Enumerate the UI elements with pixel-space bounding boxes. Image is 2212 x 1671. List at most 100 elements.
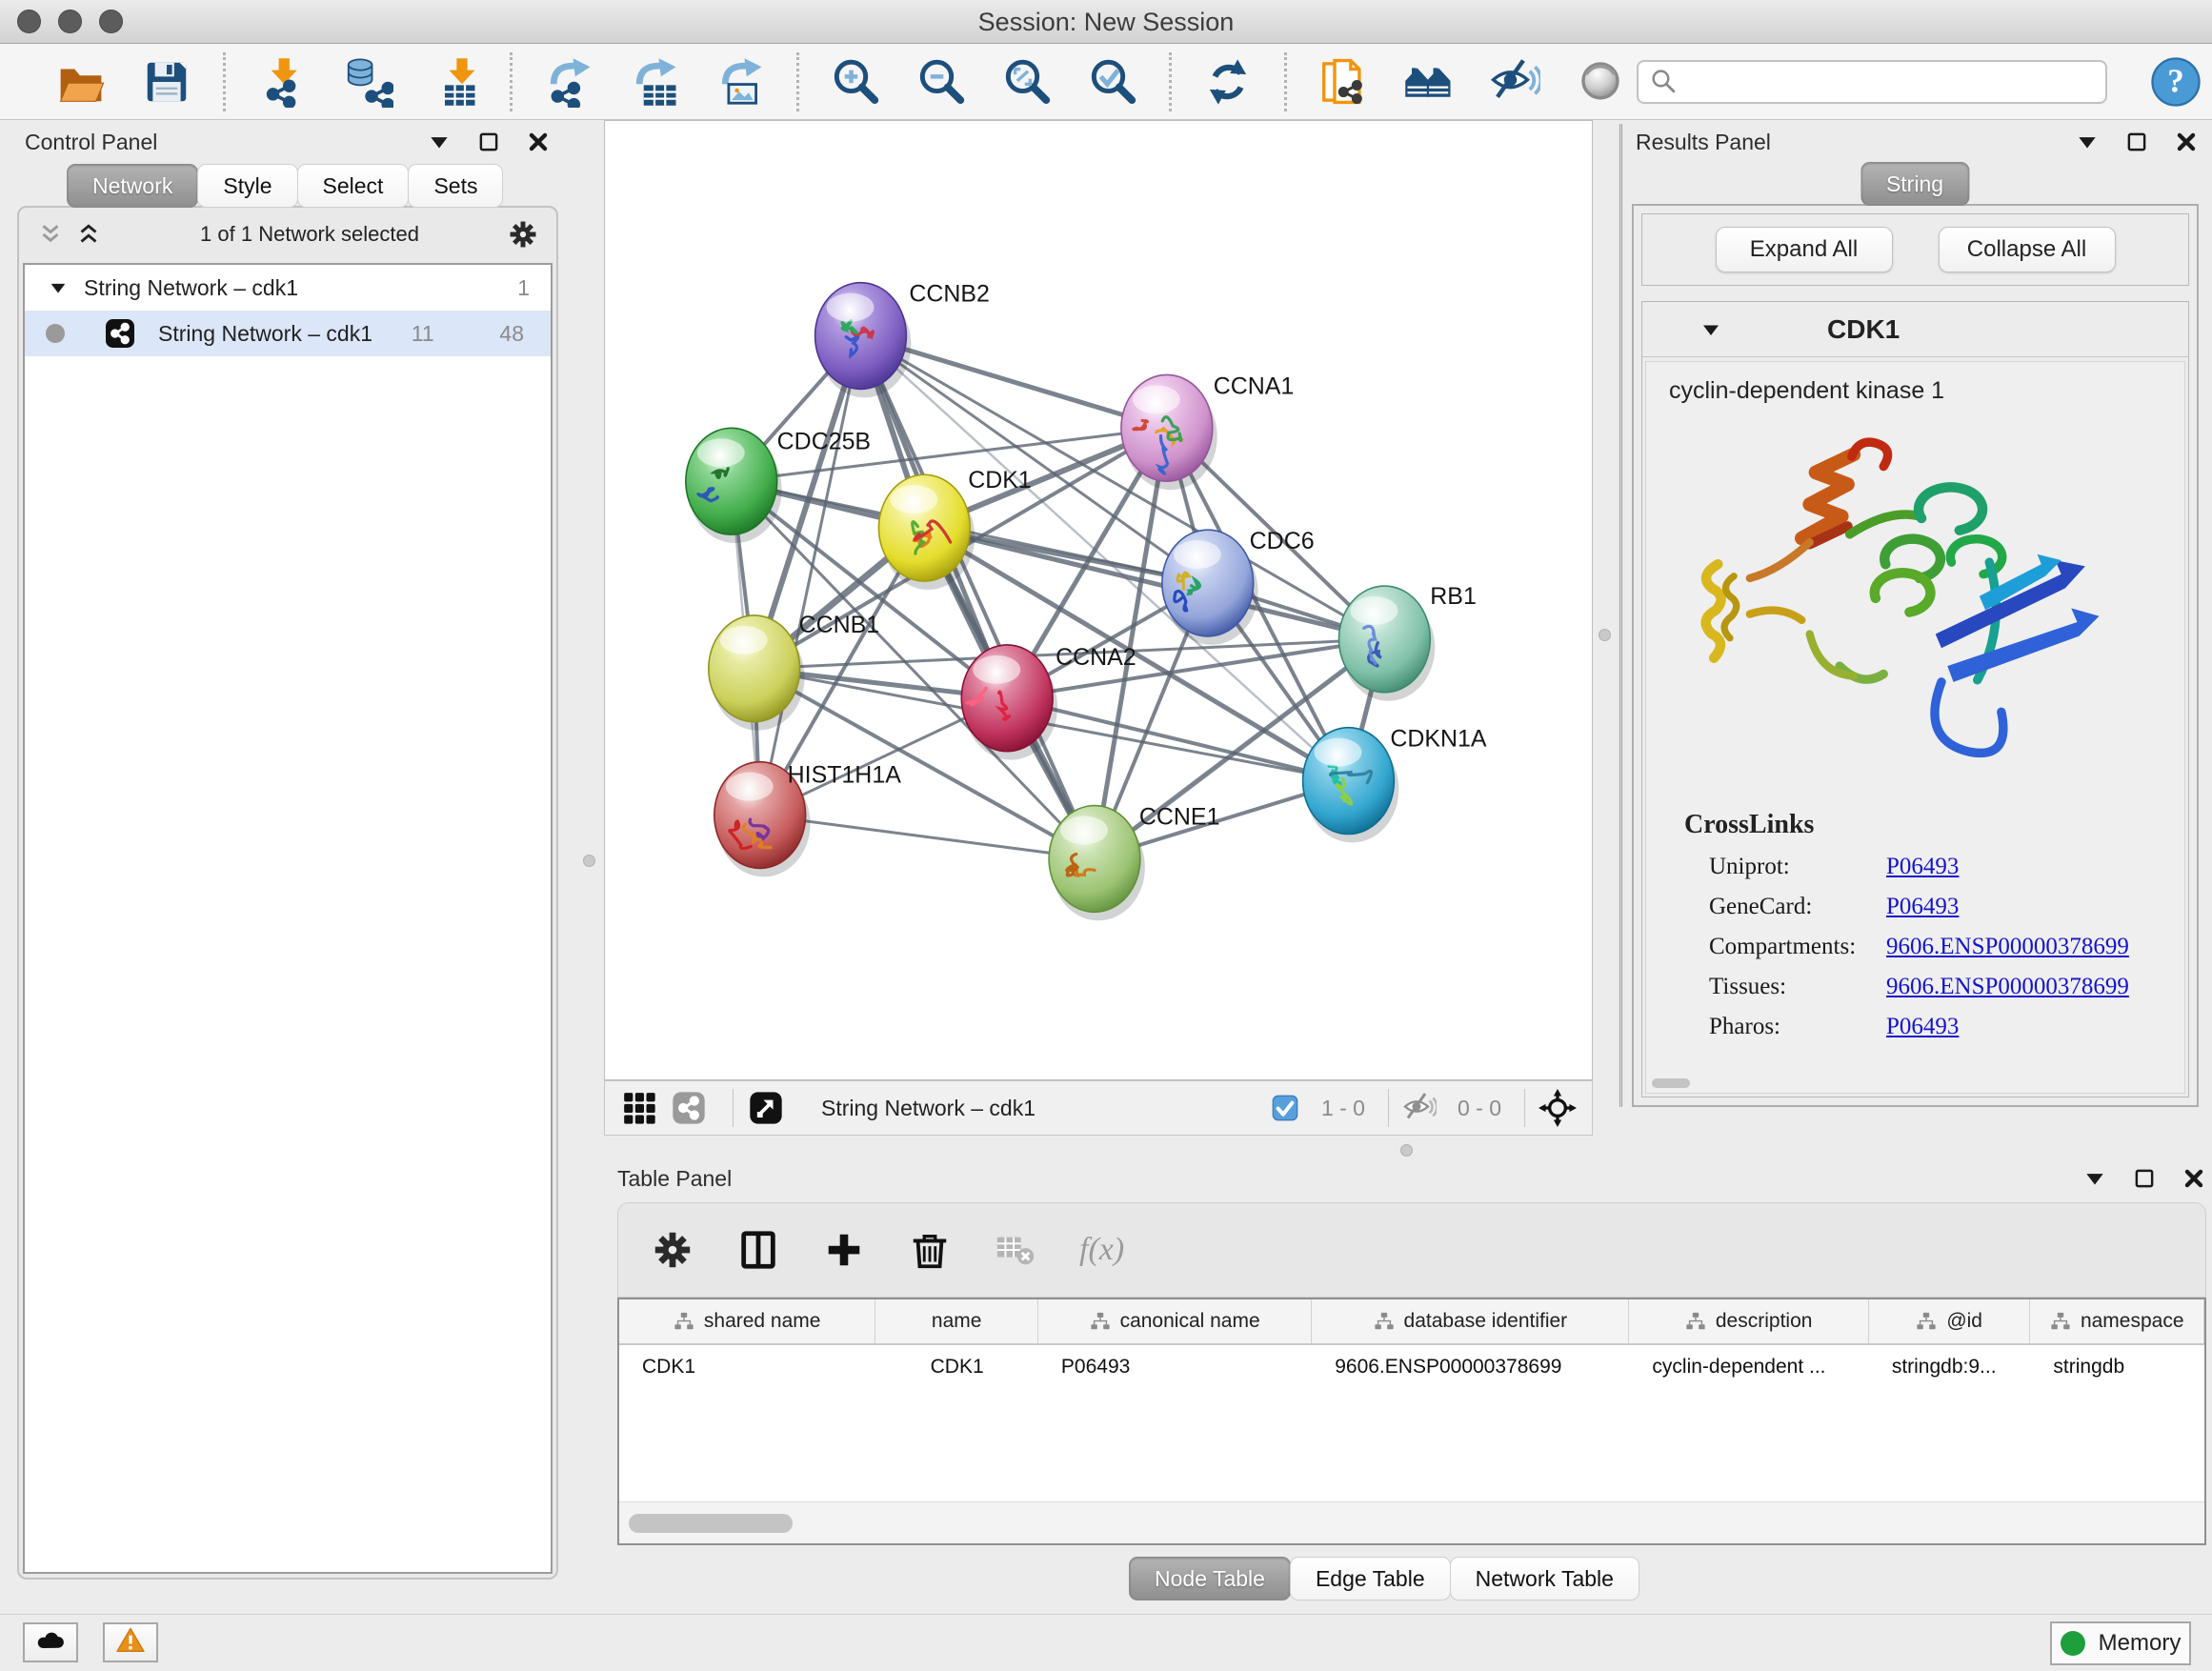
column-header--id[interactable]: @id bbox=[1869, 1299, 2031, 1343]
table-cell[interactable]: stringdb:9... bbox=[1869, 1356, 2031, 1379]
tab-select[interactable]: Select bbox=[297, 164, 410, 208]
crosslink-value[interactable]: 9606.ENSP00000378699 bbox=[1886, 974, 2129, 1000]
results-hscrollbar[interactable] bbox=[1652, 1078, 1690, 1088]
left-splitter-handle[interactable] bbox=[583, 855, 595, 867]
results-panel-float-icon[interactable] bbox=[2124, 130, 2149, 154]
function-builder-icon: f(x) bbox=[1079, 1232, 1124, 1268]
table-panel-close-icon[interactable] bbox=[2182, 1166, 2206, 1191]
table-panel-menu-icon[interactable] bbox=[2082, 1166, 2107, 1191]
network-collection-row[interactable]: String Network – cdk1 1 bbox=[25, 265, 551, 311]
crosslink-row: Compartments:9606.ENSP00000378699 bbox=[1709, 934, 2184, 960]
right-splitter-handle[interactable] bbox=[1599, 629, 1611, 641]
show-results-button[interactable] bbox=[1575, 56, 1626, 108]
control-panel-float-icon[interactable] bbox=[476, 130, 501, 154]
tab-network[interactable]: Network bbox=[67, 164, 198, 208]
table-cell[interactable]: stringdb bbox=[2030, 1356, 2204, 1379]
collapse-all-button[interactable]: Collapse All bbox=[1939, 227, 2116, 272]
crosslink-value[interactable]: 9606.ENSP00000378699 bbox=[1886, 934, 2129, 960]
network-view-dot-icon bbox=[46, 324, 65, 343]
zoom-window-button[interactable] bbox=[99, 10, 123, 33]
export-image-button[interactable] bbox=[714, 56, 766, 108]
tab-node-table[interactable]: Node Table bbox=[1129, 1557, 1291, 1601]
string-home-button[interactable] bbox=[1403, 56, 1455, 108]
crosslink-value[interactable]: P06493 bbox=[1886, 1014, 1959, 1040]
import-table-from-file-button[interactable] bbox=[428, 56, 479, 108]
network-view-icon[interactable] bbox=[670, 1089, 708, 1127]
close-window-button[interactable] bbox=[17, 10, 41, 33]
column-header-database-identifier[interactable]: database identifier bbox=[1312, 1299, 1629, 1343]
table-cell[interactable]: CDK1 bbox=[875, 1356, 1038, 1379]
memory-status-dot bbox=[2061, 1631, 2085, 1656]
show-columns-icon[interactable] bbox=[736, 1228, 780, 1272]
results-panel-close-icon[interactable] bbox=[2174, 130, 2199, 154]
export-table-button[interactable] bbox=[629, 56, 680, 108]
cloud-button[interactable] bbox=[23, 1622, 78, 1662]
table-row[interactable]: CDK1CDK1P064939606.ENSP00000378699cyclin… bbox=[619, 1345, 2204, 1389]
column-header-name[interactable]: name bbox=[875, 1299, 1038, 1343]
crosslink-value[interactable]: P06493 bbox=[1886, 854, 1959, 880]
node-label: CDC6 bbox=[1250, 528, 1315, 554]
column-header-canonical-name[interactable]: canonical name bbox=[1038, 1299, 1312, 1343]
collapse-all-networks-icon[interactable] bbox=[36, 220, 65, 249]
zoom-fit-content-button[interactable] bbox=[1001, 56, 1053, 108]
node-label: CDK1 bbox=[968, 467, 1032, 493]
search-input[interactable] bbox=[1680, 64, 2096, 100]
expand-all-networks-icon[interactable] bbox=[74, 220, 103, 249]
crosslink-label: GeneCard: bbox=[1709, 894, 1886, 920]
selected-node-edge-counts: 1 - 0 bbox=[1321, 1096, 1365, 1121]
selected-checkbox-icon[interactable] bbox=[1270, 1093, 1300, 1123]
warnings-button[interactable] bbox=[103, 1622, 158, 1662]
tab-network-table[interactable]: Network Table bbox=[1450, 1557, 1639, 1601]
save-session-button[interactable] bbox=[141, 56, 192, 108]
table-cell[interactable]: CDK1 bbox=[619, 1356, 875, 1379]
tab-style[interactable]: Style bbox=[197, 164, 297, 208]
help-button[interactable]: ? bbox=[2149, 55, 2202, 109]
show-grid-icon[interactable] bbox=[620, 1089, 658, 1127]
collection-expand-icon[interactable] bbox=[48, 277, 69, 298]
table-panel-float-icon[interactable] bbox=[2132, 1166, 2157, 1191]
import-string-network-button[interactable] bbox=[1317, 56, 1369, 108]
birdseye-view-icon[interactable] bbox=[1538, 1089, 1577, 1127]
results-panel-menu-icon[interactable] bbox=[2075, 130, 2100, 154]
control-panel-close-icon[interactable] bbox=[526, 130, 551, 154]
control-panel-menu-icon[interactable] bbox=[427, 130, 452, 154]
table-cell[interactable]: 9606.ENSP00000378699 bbox=[1312, 1356, 1629, 1379]
node-label: CCNB2 bbox=[909, 281, 990, 308]
hide-results-button[interactable] bbox=[1489, 56, 1540, 108]
table-hscrollbar-thumb[interactable] bbox=[629, 1514, 793, 1533]
network-row-selected[interactable]: String Network – cdk1 11 48 bbox=[25, 311, 551, 356]
toolbar-group-layout bbox=[1169, 52, 1284, 111]
column-header-namespace[interactable]: namespace bbox=[2030, 1299, 2204, 1343]
column-header-shared-name[interactable]: shared name bbox=[619, 1299, 875, 1343]
gene-collapse-icon[interactable] bbox=[1699, 318, 1722, 341]
gene-section-header[interactable]: CDK1 bbox=[1642, 302, 2188, 357]
open-session-button[interactable] bbox=[55, 56, 107, 108]
create-column-icon[interactable] bbox=[822, 1228, 866, 1272]
network-view-title: String Network – cdk1 bbox=[821, 1096, 1036, 1121]
network-options-gear-icon[interactable] bbox=[507, 218, 539, 251]
zoom-selected-button[interactable] bbox=[1087, 56, 1138, 108]
network-canvas[interactable]: CCNB2CCNA1CDC25BCDK1CDC6RB1CCNB1CCNA2CDK… bbox=[604, 120, 1593, 1080]
table-options-gear-icon[interactable] bbox=[651, 1228, 694, 1272]
import-network-from-file-button[interactable] bbox=[256, 56, 308, 108]
import-network-from-database-button[interactable] bbox=[342, 56, 393, 108]
column-header-description[interactable]: description bbox=[1629, 1299, 1868, 1343]
crosslink-row: Tissues:9606.ENSP00000378699 bbox=[1709, 974, 2184, 1000]
crosslink-value[interactable]: P06493 bbox=[1886, 894, 1959, 920]
detach-view-icon[interactable] bbox=[747, 1089, 785, 1127]
apply-preferred-layout-button[interactable] bbox=[1202, 56, 1254, 108]
zoom-out-button[interactable] bbox=[915, 56, 967, 108]
expand-all-button[interactable]: Expand All bbox=[1716, 227, 1893, 272]
export-network-button[interactable] bbox=[543, 56, 594, 108]
table-cell[interactable]: P06493 bbox=[1038, 1356, 1312, 1379]
minimize-window-button[interactable] bbox=[58, 10, 82, 33]
tab-sets[interactable]: Sets bbox=[408, 164, 503, 208]
bottom-splitter-handle[interactable] bbox=[1400, 1144, 1413, 1157]
table-hscrollbar-track[interactable] bbox=[619, 1501, 2204, 1543]
delete-column-icon[interactable] bbox=[908, 1228, 952, 1272]
zoom-in-button[interactable] bbox=[830, 56, 881, 108]
tab-edge-table[interactable]: Edge Table bbox=[1290, 1557, 1451, 1601]
tab-string[interactable]: String bbox=[1860, 162, 1969, 206]
memory-button[interactable]: Memory bbox=[2050, 1621, 2191, 1665]
table-cell[interactable]: cyclin-dependent ... bbox=[1629, 1356, 1868, 1379]
